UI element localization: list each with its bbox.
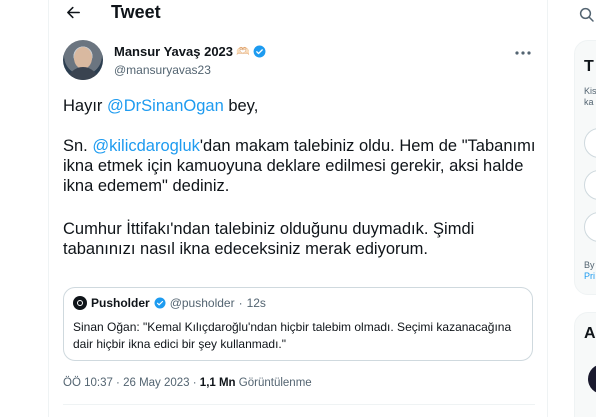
separator-dot: ·: [238, 296, 243, 310]
quoted-tweet-header: Pusholder @pusholder · 12s: [73, 296, 266, 310]
tweet-paragraph-3: Cumhur İttifakı'ndan talebiniz olduğunu …: [63, 220, 475, 258]
quoted-tweet-text: Sinan Oğan: "Kemal Kılıçdaroğlu'ndan hiç…: [73, 320, 512, 351]
views-label: Görüntülenme: [235, 377, 312, 389]
tweet-meta: ÖÖ 10:37 · 26 May 2023 · 1,1 Mn Görüntül…: [63, 377, 312, 389]
tweet-paragraph-1: Hayır @DrSinanOgan bey,: [63, 96, 543, 116]
page-title: Tweet: [111, 2, 161, 22]
mention-link[interactable]: @DrSinanOgan: [107, 97, 224, 115]
heart-hands-emoji: 🫶🏻: [236, 45, 250, 58]
sidebar-footer-link[interactable]: Pri: [584, 271, 595, 282]
back-button[interactable]: [63, 0, 83, 24]
author-name[interactable]: Mansur Yavaş 2023 🫶🏻: [114, 44, 266, 59]
quoted-avatar: [73, 296, 87, 310]
views-count: 1,1 Mn: [199, 377, 236, 389]
verified-badge-icon: [154, 297, 166, 309]
tweet-header: Tweet: [49, 0, 547, 28]
search-icon[interactable]: [578, 6, 596, 24]
verified-badge-icon: [253, 45, 266, 58]
author-display-name: Mansur Yavaş 2023: [114, 44, 234, 59]
tweet-text-fragment: Hayır: [63, 97, 108, 115]
sidebar-card-text: Kis: [584, 86, 596, 96]
sidebar-footer-text: By: [584, 260, 595, 270]
sidebar-card-text: ka: [584, 97, 594, 107]
tweet-timestamp[interactable]: ÖÖ 10:37 · 26 May 2023 ·: [63, 377, 200, 389]
author-handle[interactable]: @mansuryavas23: [114, 63, 211, 77]
more-horizontal-icon: [515, 51, 531, 55]
sidebar-card: [574, 40, 596, 295]
quoted-tweet[interactable]: Pusholder @pusholder · 12s Sinan Oğan: "…: [63, 287, 533, 361]
sidebar-card-title: A: [584, 325, 596, 342]
arrow-left-icon: [66, 6, 80, 18]
quoted-author-handle: @pusholder: [169, 296, 235, 310]
sidebar-card-title: T: [584, 58, 594, 75]
tweet-author: Mansur Yavaş 2023 🫶🏻 @mansuryavas23: [63, 40, 535, 84]
divider: [63, 404, 535, 405]
quoted-time: 12s: [246, 296, 266, 310]
tweet-text-fragment: Sn.: [63, 137, 93, 155]
tweet-detail-column: Tweet Mansur Yavaş 2023 🫶🏻 @mansuryavas2…: [48, 0, 548, 417]
avatar[interactable]: [63, 40, 103, 80]
tweet-text-fragment: bey,: [223, 97, 259, 115]
tweet-paragraph-2: Sn. @kilicdarogluk'dan makam talebiniz o…: [63, 136, 543, 196]
quoted-author-name: Pusholder: [91, 296, 150, 310]
mention-link[interactable]: @kilicdarogluk: [92, 137, 200, 155]
more-options-button[interactable]: [511, 44, 535, 62]
